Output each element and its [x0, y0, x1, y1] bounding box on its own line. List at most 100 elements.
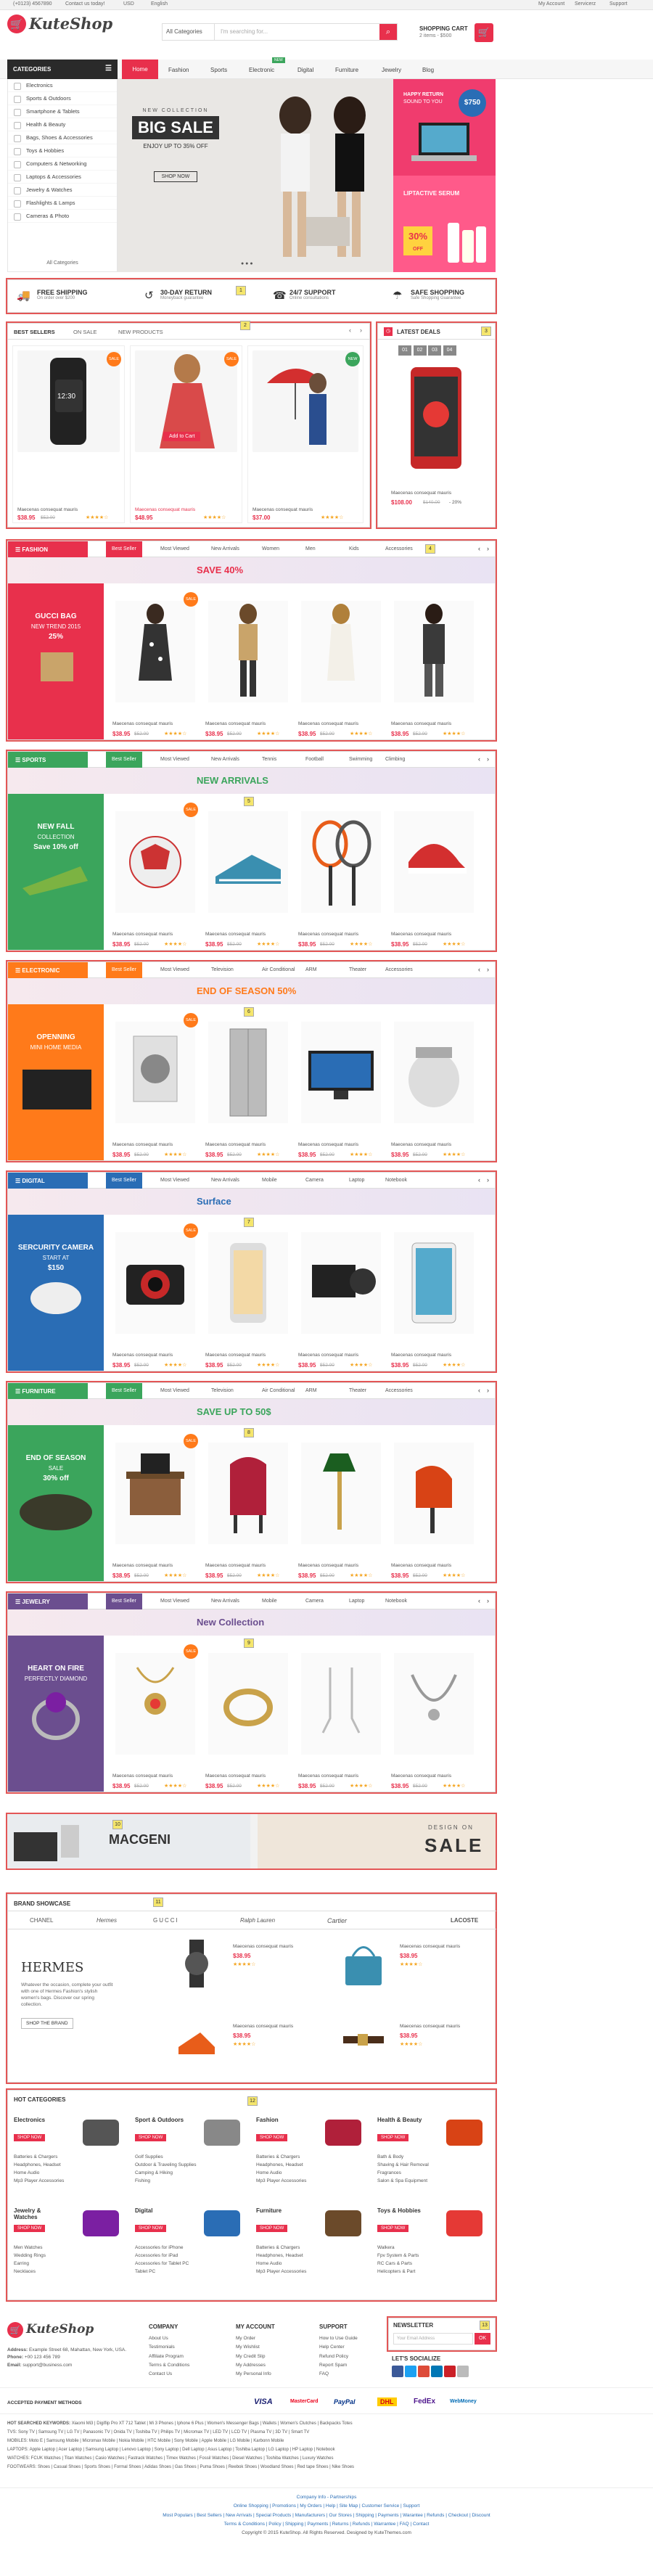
- my-account-link[interactable]: My Account: [538, 1, 564, 7]
- section-tab[interactable]: Most Viewed: [160, 1178, 189, 1183]
- section-tab[interactable]: Theater: [349, 1388, 366, 1393]
- section-tab[interactable]: Most Viewed: [160, 1388, 189, 1393]
- product-name[interactable]: Maecenas consequat mauris: [298, 1773, 358, 1779]
- product-card[interactable]: Maecenas consequat mauris $38.95 $52.00 ★★★…: [388, 592, 480, 748]
- brand-tab-lacoste[interactable]: LACOSTE: [451, 1917, 478, 1924]
- product-name[interactable]: Maecenas consequat mauris: [112, 1563, 173, 1568]
- deal-product-name[interactable]: Maecenas consequat mauris: [391, 491, 451, 496]
- section-tab[interactable]: Kids: [349, 546, 359, 551]
- section-tab[interactable]: Most Viewed: [160, 967, 189, 972]
- nav-furniture[interactable]: Furniture: [335, 67, 358, 73]
- hot-shop-now-button[interactable]: SHOP NOW: [377, 2225, 409, 2232]
- product-card[interactable]: 12:30 SALE Maecenas consequat mauris $38…: [12, 345, 125, 523]
- brand-bag-image[interactable]: [342, 1938, 385, 1989]
- product-card[interactable]: Maecenas consequat mauris $38.95 $52.00 ★★★…: [295, 1644, 387, 1800]
- brand-product-name[interactable]: Maecenas consequat mauris: [233, 1944, 293, 1949]
- section-side-promo[interactable]: SERCURITY CAMERA START AT $150: [8, 1215, 104, 1371]
- section-tab[interactable]: Most Viewed: [160, 546, 189, 551]
- product-name[interactable]: Maecenas consequat mauris: [135, 507, 195, 512]
- deal-phone-image[interactable]: [400, 364, 472, 472]
- footer-link[interactable]: Refund Policy: [319, 2353, 358, 2361]
- product-card[interactable]: Maecenas consequat mauris $38.95 $52.00 ★★★…: [388, 1644, 480, 1800]
- section-tab[interactable]: Best Seller: [106, 962, 142, 978]
- bottom-link-row[interactable]: Company Info - Partnerships: [0, 2493, 653, 2502]
- sidebar-item-sports[interactable]: Sports & Outdoors: [8, 92, 117, 105]
- site-logo[interactable]: KuteShop: [29, 15, 112, 33]
- hot-category-link[interactable]: Wedding Rings: [14, 2253, 46, 2258]
- carousel-prev-icon[interactable]: ‹: [478, 1176, 480, 1184]
- section-tab[interactable]: Laptop: [349, 1599, 364, 1604]
- hot-category-link[interactable]: Camping & Hiking: [135, 2170, 173, 2175]
- brand-tab-ralph[interactable]: Ralph Lauren: [240, 1917, 275, 1924]
- product-name[interactable]: Maecenas consequat mauris: [205, 1353, 266, 1358]
- hot-category-link[interactable]: Home Audio: [256, 2261, 282, 2266]
- product-name[interactable]: Maecenas consequat mauris: [391, 1563, 451, 1568]
- sidebar-item-smartphone[interactable]: Smartphone & Tablets: [8, 105, 117, 118]
- shopping-cart[interactable]: SHOPPING CART 2 items - $500 🛒: [411, 23, 493, 42]
- keyword-row-mobiles[interactable]: MOBILES: Moto E | Samsung Mobile | Micro…: [7, 2437, 646, 2445]
- hot-category-link[interactable]: Mp3 Player Accessories: [14, 2178, 64, 2183]
- section-side-promo[interactable]: OPENNING MINI HOME MEDIA: [8, 1004, 104, 1160]
- carousel-next-icon[interactable]: ›: [487, 545, 489, 552]
- keyword-row-footwears[interactable]: FOOTWEARS: Shoes | Casual Shoes | Sports…: [7, 2463, 646, 2472]
- services-link[interactable]: Servicerz: [575, 1, 596, 7]
- add-to-cart-button[interactable]: Add to Cart: [163, 432, 201, 441]
- hot-category-link[interactable]: Earring: [14, 2261, 29, 2266]
- carousel-next-icon[interactable]: ›: [487, 1387, 489, 1394]
- section-ad-strip[interactable]: NEW ARRIVALS: [8, 768, 495, 794]
- brand-product-name[interactable]: Maecenas consequat mauris: [400, 2024, 460, 2029]
- section-side-promo[interactable]: GUCCI BAG NEW TREND 2015 25%: [8, 583, 104, 739]
- topbar-contact[interactable]: Contact us today!: [65, 1, 104, 7]
- section-tab[interactable]: Men: [305, 546, 316, 551]
- product-name[interactable]: Maecenas consequat mauris: [391, 932, 451, 937]
- product-name[interactable]: Maecenas consequat mauris: [112, 721, 173, 726]
- section-tab[interactable]: Swimming: [349, 757, 372, 762]
- product-card[interactable]: Maecenas consequat mauris $38.95 $52.00 ★★★…: [388, 1013, 480, 1169]
- brand-tab-chanel[interactable]: CHANEL: [30, 1917, 53, 1924]
- sidebar-all-categories[interactable]: All Categories: [8, 261, 117, 266]
- section-ad-strip[interactable]: SAVE UP TO 50$: [8, 1399, 495, 1425]
- product-name[interactable]: Maecenas consequat mauris: [298, 1142, 358, 1147]
- tab-best-sellers[interactable]: BEST SELLERS: [14, 329, 55, 335]
- brand-tab-hermes[interactable]: Hermes: [96, 1917, 117, 1924]
- nav-jewelry[interactable]: Jewelry: [382, 67, 401, 73]
- product-name[interactable]: Maecenas consequat mauris: [391, 1773, 451, 1779]
- brand-shoes-image[interactable]: [175, 2018, 218, 2062]
- hot-category-link[interactable]: Necklaces: [14, 2269, 36, 2274]
- product-card[interactable]: Maecenas consequat mauris $38.95 $52.00 ★★★…: [295, 803, 387, 959]
- hot-category-link[interactable]: Shaving & Hair Removal: [377, 2162, 429, 2167]
- product-card[interactable]: NEW Maecenas consequat mauris $37.00 ★★★…: [247, 345, 364, 523]
- section-tab[interactable]: New Arrivals: [211, 757, 239, 762]
- search-icon[interactable]: ⌕: [379, 24, 397, 40]
- section-side-promo[interactable]: END OF SEASON SALE 30% off: [8, 1425, 104, 1581]
- promo-banner-serum[interactable]: LIPTACTIVE SERUM 30% OFF: [393, 176, 496, 272]
- section-tab[interactable]: Camera: [305, 1178, 324, 1183]
- section-tab[interactable]: Camera: [305, 1599, 324, 1604]
- section-tab[interactable]: Best Seller: [106, 752, 142, 768]
- product-name[interactable]: Maecenas consequat mauris: [391, 1142, 451, 1147]
- currency-select[interactable]: USD: [123, 1, 134, 7]
- product-name[interactable]: Maecenas consequat mauris: [391, 1353, 451, 1358]
- hot-category-name[interactable]: Fashion: [256, 2117, 307, 2123]
- section-tab[interactable]: Best Seller: [106, 1593, 142, 1609]
- hot-category-link[interactable]: RC Cars & Parts: [377, 2261, 412, 2266]
- hot-category-link[interactable]: Outdoor & Traveling Supplies: [135, 2162, 197, 2167]
- google-plus-icon[interactable]: [418, 2366, 430, 2377]
- footer-link[interactable]: My Personal Info: [236, 2370, 275, 2379]
- product-card[interactable]: Maecenas consequat mauris $38.95 $52.00 ★★★…: [202, 1013, 294, 1169]
- hot-category-name[interactable]: Digital: [135, 2207, 186, 2214]
- hot-category-link[interactable]: Accessories for iPhone: [135, 2245, 183, 2250]
- sidebar-item-laptops[interactable]: Laptops & Accessories: [8, 171, 117, 184]
- hot-shop-now-button[interactable]: SHOP NOW: [135, 2134, 167, 2141]
- carousel-prev-icon[interactable]: ‹: [478, 1387, 480, 1394]
- hot-category-link[interactable]: Fragrances: [377, 2170, 401, 2175]
- footer-link[interactable]: FAQ: [319, 2370, 358, 2379]
- product-name[interactable]: Maecenas consequat mauris: [252, 507, 313, 512]
- keyword-links[interactable]: Xiaomi Mi3 | Digiflip Pro XT 712 Tablet …: [72, 2421, 353, 2426]
- nav-fashion[interactable]: Fashion: [168, 67, 189, 73]
- search-input[interactable]: I'm searching for...: [221, 28, 268, 35]
- product-name[interactable]: Maecenas consequat mauris: [112, 1142, 173, 1147]
- carousel-prev-icon[interactable]: ‹: [478, 1597, 480, 1604]
- hot-category-name[interactable]: Furniture: [256, 2207, 307, 2214]
- brand-watch-image[interactable]: [175, 1938, 218, 1989]
